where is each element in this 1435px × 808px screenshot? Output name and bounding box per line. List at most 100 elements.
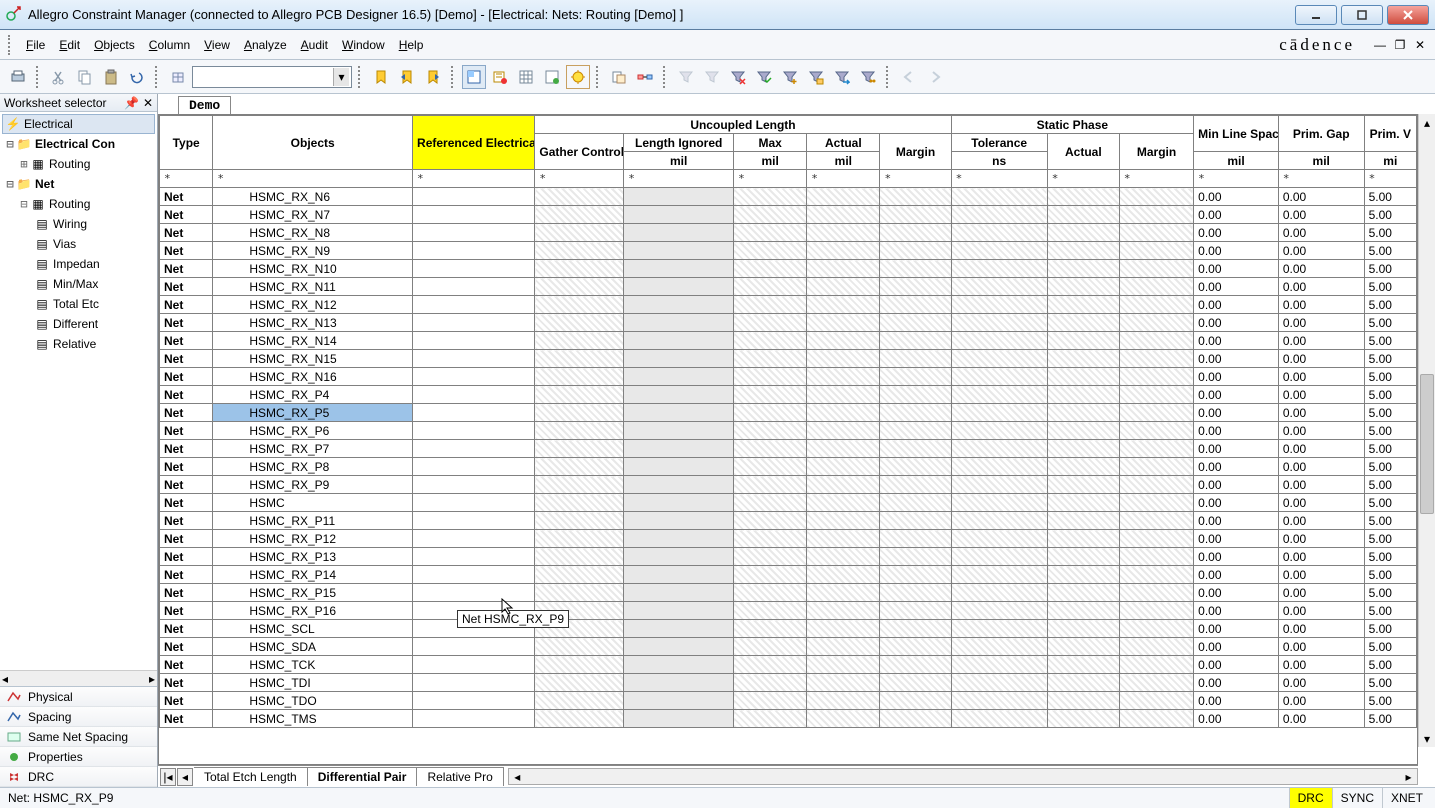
clear-filter-button[interactable] bbox=[488, 65, 512, 89]
worksheet-selector-header[interactable]: Worksheet selector 📌 ✕ bbox=[0, 94, 157, 112]
close-button[interactable] bbox=[1387, 5, 1429, 25]
scroll-thumb[interactable] bbox=[1420, 374, 1434, 514]
scroll-left-icon[interactable]: ◂ bbox=[509, 769, 526, 784]
header-objects[interactable]: Objects bbox=[213, 116, 413, 170]
header-mil[interactable]: mi bbox=[1364, 152, 1416, 170]
mdi-minimize-button[interactable]: — bbox=[1373, 38, 1387, 52]
table-row[interactable]: NetHSMC_RX_N70.000.005.00 bbox=[160, 206, 1417, 224]
maximize-button[interactable] bbox=[1341, 5, 1383, 25]
status-drc[interactable]: DRC bbox=[1289, 788, 1332, 808]
menu-window[interactable]: Window bbox=[336, 34, 391, 56]
tab-differential-pair[interactable]: Differential Pair bbox=[308, 767, 418, 786]
menu-column[interactable]: Column bbox=[143, 34, 196, 56]
tab-total-etch[interactable]: Total Etch Length bbox=[194, 767, 308, 786]
table-row[interactable]: NetHSMC_TMS0.000.005.00 bbox=[160, 710, 1417, 728]
minimize-button[interactable] bbox=[1295, 5, 1337, 25]
filter-clear-button[interactable] bbox=[726, 65, 750, 89]
copy-constraint-button[interactable] bbox=[607, 65, 631, 89]
table-row[interactable]: NetHSMC_TCK0.000.005.00 bbox=[160, 656, 1417, 674]
back-button[interactable] bbox=[897, 65, 921, 89]
table-row[interactable]: NetHSMC_RX_P70.000.005.00 bbox=[160, 440, 1417, 458]
panel-tab-spacing[interactable]: Spacing bbox=[0, 707, 157, 727]
header-mil[interactable]: mil bbox=[624, 152, 734, 170]
grid-config-button[interactable] bbox=[540, 65, 564, 89]
tree-net[interactable]: ⊟📁Net bbox=[2, 174, 155, 194]
header-static-phase[interactable]: Static Phase bbox=[951, 116, 1194, 134]
panel-tab-physical[interactable]: Physical bbox=[0, 687, 157, 707]
header-prim-gap[interactable]: Prim. Gap bbox=[1278, 116, 1364, 152]
tree-wiring[interactable]: ▤Wiring bbox=[2, 214, 155, 234]
paste-button[interactable] bbox=[99, 65, 123, 89]
filter-plus-button[interactable] bbox=[778, 65, 802, 89]
table-row[interactable]: NetHSMC_RX_P140.000.005.00 bbox=[160, 566, 1417, 584]
tab-first-button[interactable]: |◂ bbox=[160, 768, 176, 786]
header-actual[interactable]: Actual bbox=[807, 134, 880, 152]
horizontal-scrollbar[interactable]: ◂ ▸ bbox=[508, 768, 1418, 785]
table-row[interactable]: NetHSMC_SDA0.000.005.00 bbox=[160, 638, 1417, 656]
sheet-tab-demo[interactable]: Demo bbox=[178, 96, 231, 114]
tree-minmax[interactable]: ▤Min/Max bbox=[2, 274, 155, 294]
header-tolerance[interactable]: Tolerance bbox=[951, 134, 1047, 152]
cut-button[interactable] bbox=[47, 65, 71, 89]
menu-file[interactable]: File bbox=[20, 34, 51, 56]
header-mil[interactable]: mil bbox=[734, 152, 807, 170]
header-mil[interactable]: mil bbox=[1278, 152, 1364, 170]
toolbar-grip[interactable] bbox=[8, 35, 14, 55]
menu-audit[interactable]: Audit bbox=[295, 34, 334, 56]
tab-relative-prop[interactable]: Relative Pro bbox=[417, 767, 503, 786]
table-row[interactable]: NetHSMC_RX_N130.000.005.00 bbox=[160, 314, 1417, 332]
table-row[interactable]: NetHSMC_RX_N90.000.005.00 bbox=[160, 242, 1417, 260]
menu-edit[interactable]: Edit bbox=[53, 34, 86, 56]
header-max[interactable]: Max bbox=[734, 134, 807, 152]
copy-button[interactable] bbox=[73, 65, 97, 89]
bookmark-add-button[interactable] bbox=[369, 65, 393, 89]
table-row[interactable]: NetHSMC_RX_P130.000.005.00 bbox=[160, 548, 1417, 566]
table-row[interactable]: NetHSMC_RX_P60.000.005.00 bbox=[160, 422, 1417, 440]
pin-icon[interactable]: 📌 bbox=[124, 96, 139, 110]
table-row[interactable]: NetHSMC_SCL0.000.005.00 bbox=[160, 620, 1417, 638]
table-row[interactable]: NetHSMC_RX_N160.000.005.00 bbox=[160, 368, 1417, 386]
print-button[interactable] bbox=[6, 65, 30, 89]
link-button[interactable] bbox=[633, 65, 657, 89]
tree-routing-2[interactable]: ⊟▦Routing bbox=[2, 194, 155, 214]
filter-set-button[interactable] bbox=[804, 65, 828, 89]
header-mil[interactable]: mil bbox=[807, 152, 880, 170]
bookmark-combo[interactable]: ▾ bbox=[192, 66, 352, 88]
sidebar-hscroll[interactable]: ◂▸ bbox=[0, 670, 157, 686]
vertical-scrollbar[interactable]: ▴ ▾ bbox=[1418, 114, 1435, 747]
table-row[interactable]: NetHSMC_RX_N150.000.005.00 bbox=[160, 350, 1417, 368]
panel-close-icon[interactable]: ✕ bbox=[143, 96, 153, 110]
table-row[interactable]: NetHSMC_RX_N110.000.005.00 bbox=[160, 278, 1417, 296]
table-row[interactable]: NetHSMC0.000.005.00 bbox=[160, 494, 1417, 512]
header-type[interactable]: Type bbox=[160, 116, 213, 170]
menu-objects[interactable]: Objects bbox=[88, 34, 141, 56]
filter-apply-button[interactable] bbox=[830, 65, 854, 89]
table-row[interactable]: NetHSMC_RX_P110.000.005.00 bbox=[160, 512, 1417, 530]
table-row[interactable]: NetHSMC_RX_P150.000.005.00 bbox=[160, 584, 1417, 602]
header-prim-w[interactable]: Prim. V bbox=[1364, 116, 1416, 152]
table-row[interactable]: NetHSMC_TDI0.000.005.00 bbox=[160, 674, 1417, 692]
header-gather[interactable]: Gather Control bbox=[535, 134, 624, 170]
tree-impedance[interactable]: ▤Impedan bbox=[2, 254, 155, 274]
mdi-close-button[interactable]: ✕ bbox=[1413, 38, 1427, 52]
bookmark-prev-button[interactable] bbox=[395, 65, 419, 89]
header-length-ignored[interactable]: Length Ignored bbox=[624, 134, 734, 152]
header-margin[interactable]: Margin bbox=[880, 134, 951, 170]
panel-tab-properties[interactable]: Properties bbox=[0, 747, 157, 767]
header-uncoupled[interactable]: Uncoupled Length bbox=[535, 116, 951, 134]
status-sync[interactable]: SYNC bbox=[1332, 788, 1382, 808]
panel-tab-same-net-spacing[interactable]: Same Net Spacing bbox=[0, 727, 157, 747]
forward-button[interactable] bbox=[923, 65, 947, 89]
filter2-button[interactable] bbox=[700, 65, 724, 89]
tree-total-etch[interactable]: ▤Total Etc bbox=[2, 294, 155, 314]
highlight-button[interactable] bbox=[566, 65, 590, 89]
table-row[interactable]: NetHSMC_RX_P50.000.005.00 bbox=[160, 404, 1417, 422]
table-row[interactable]: NetHSMC_RX_P90.000.005.00 bbox=[160, 476, 1417, 494]
tab-prev-button[interactable]: ◂ bbox=[177, 768, 193, 786]
panel-tab-drc[interactable]: DRC bbox=[0, 767, 157, 787]
filter-check-button[interactable] bbox=[752, 65, 776, 89]
header-margin2[interactable]: Margin bbox=[1119, 134, 1193, 170]
menu-view[interactable]: View bbox=[198, 34, 236, 56]
filter1-button[interactable] bbox=[674, 65, 698, 89]
filter-row[interactable]: **** **** **** ** bbox=[160, 170, 1417, 188]
